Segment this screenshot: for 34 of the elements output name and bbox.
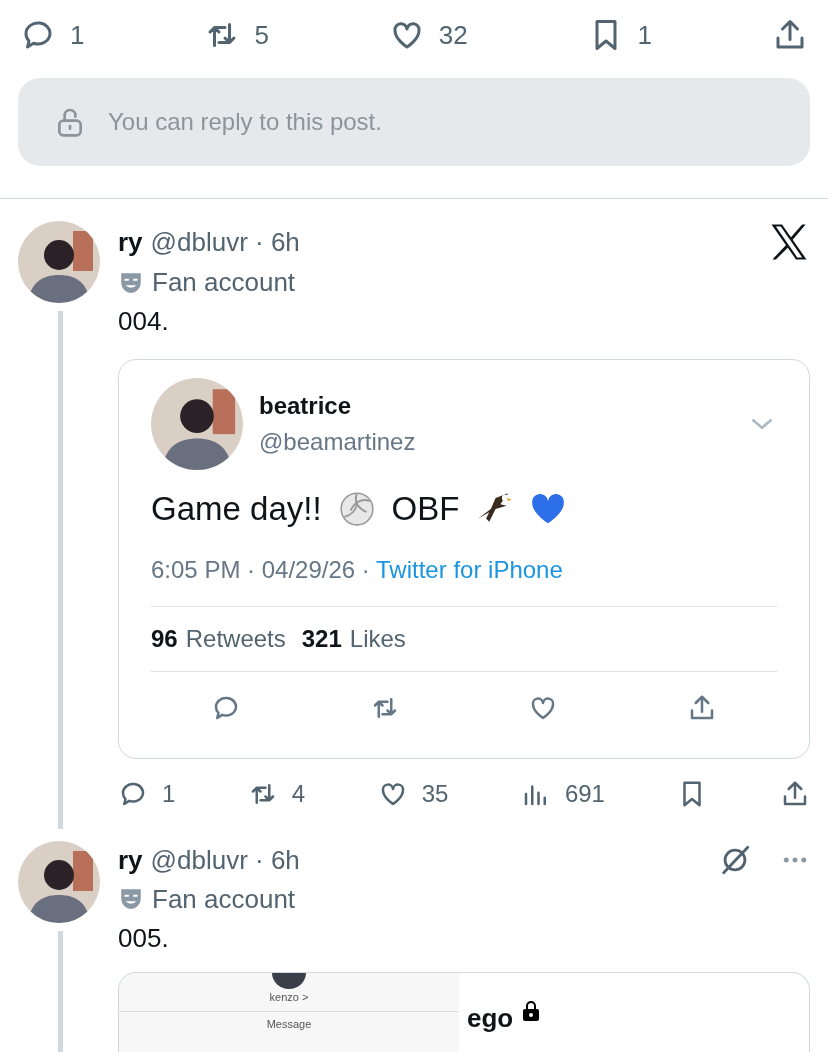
bookmark-count: 1 bbox=[637, 18, 653, 52]
user-handle: @beamartinez bbox=[259, 427, 417, 457]
media-card[interactable]: kenzo > Message ego bbox=[118, 971, 810, 1052]
like-count: 32 bbox=[438, 18, 468, 52]
post-text: 005. bbox=[118, 921, 170, 955]
tweet-text: OBF bbox=[391, 489, 460, 529]
contact-name[interactable]: kenzo > bbox=[269, 988, 309, 1005]
handle-time: @dbluvr · 6h bbox=[150, 843, 300, 877]
reply-notice-text: You can reply to this post. bbox=[108, 107, 382, 137]
mask-icon bbox=[118, 886, 144, 912]
user-name[interactable]: beatrice bbox=[259, 388, 747, 424]
post-text: 004. bbox=[118, 305, 170, 338]
volleyball-icon bbox=[337, 489, 376, 528]
tweet-text: Game day!! bbox=[151, 489, 322, 529]
reply-count: 1 bbox=[70, 18, 85, 52]
account-label: Fan account bbox=[152, 882, 296, 916]
stat-count: 96 bbox=[151, 624, 178, 652]
tweet-timestamp: 6:05 PM · 04/29/26 · bbox=[151, 555, 371, 583]
repost-count: 5 bbox=[254, 18, 269, 52]
stat-label: Likes bbox=[349, 624, 406, 652]
views-count: 691 bbox=[564, 778, 605, 809]
screenshot-title: ego bbox=[467, 1001, 514, 1035]
message-label: Message bbox=[266, 1017, 312, 1032]
account-label: Fan account bbox=[152, 266, 296, 299]
like-count: 35 bbox=[421, 778, 449, 809]
contact-avatar bbox=[272, 972, 306, 989]
stat-label: Retweets bbox=[185, 624, 286, 652]
stat-count: 321 bbox=[301, 624, 342, 652]
handle-time: @dbluvr · 6h bbox=[150, 225, 300, 259]
user-name[interactable]: ry bbox=[118, 222, 143, 262]
repost-count: 4 bbox=[291, 778, 306, 809]
reply-count: 1 bbox=[162, 778, 176, 809]
quoted-tweet-card[interactable]: beatrice @beamartinez Game day!! OBF 6:05 PM · 04/29/26 · Twitter for iPhone 96 Retweets 321 Likes bbox=[118, 359, 810, 759]
user-name[interactable]: ry bbox=[118, 840, 143, 880]
